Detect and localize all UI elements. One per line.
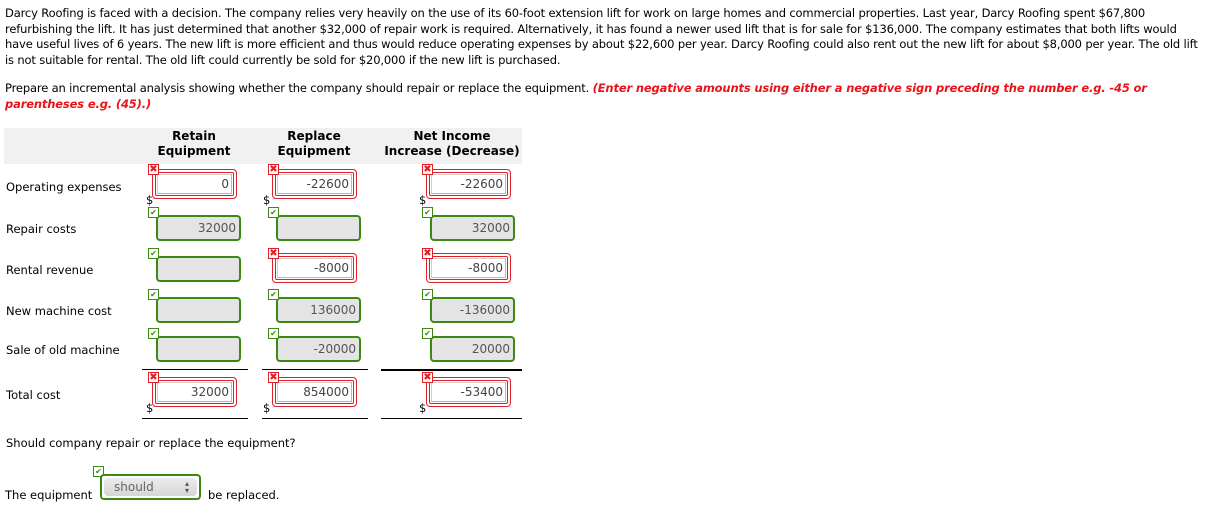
correct-check-icon: ✔ xyxy=(268,328,279,339)
currency-symbol: $ xyxy=(263,193,271,207)
problem-statement: Darcy Roofing is faced with a decision. … xyxy=(5,6,1198,67)
correct-check-icon: ✔ xyxy=(148,328,159,339)
input-value[interactable]: -20000 xyxy=(278,338,359,360)
currency-symbol: $ xyxy=(419,193,427,207)
answer-suffix: be replaced. xyxy=(208,488,280,502)
amount-input[interactable]: 20000 xyxy=(430,336,515,362)
currency-symbol: $ xyxy=(146,193,154,207)
input-value[interactable]: -8000 xyxy=(277,258,352,278)
currency-symbol: $ xyxy=(419,401,427,415)
incorrect-x-icon: ✖ xyxy=(148,164,159,175)
question-text: Should company repair or replace the equ… xyxy=(6,436,296,450)
repair-replace-select[interactable]: should ▴ ▾ xyxy=(100,474,201,500)
amount-input[interactable]: 854000 xyxy=(272,377,357,407)
incorrect-x-icon: ✖ xyxy=(268,248,279,259)
instruction-text: Prepare an incremental analysis showing … xyxy=(5,81,593,95)
col-header-retain: Retain Equipment xyxy=(140,129,248,159)
row-label: Rental revenue xyxy=(6,263,94,277)
incorrect-x-icon: ✖ xyxy=(422,248,433,259)
input-value[interactable]: 854000 xyxy=(277,382,352,402)
col-header-replace: Replace Equipment xyxy=(260,129,368,159)
incorrect-x-icon: ✖ xyxy=(422,164,433,175)
correct-check-icon: ✔ xyxy=(148,207,159,218)
input-value[interactable]: -53400 xyxy=(431,382,506,402)
input-value[interactable]: 32000 xyxy=(432,217,513,239)
amount-input[interactable]: -22600 xyxy=(426,169,511,199)
col-header-net-income: Net Income Increase (Decrease) xyxy=(378,129,526,159)
answer-prefix: The equipment xyxy=(5,488,93,502)
input-value[interactable]: -136000 xyxy=(432,299,513,321)
amount-input[interactable]: -53400 xyxy=(426,377,511,407)
incorrect-x-icon: ✖ xyxy=(268,372,279,383)
input-value[interactable]: 32000 xyxy=(158,217,239,239)
total-rule xyxy=(381,418,522,419)
incorrect-x-icon: ✖ xyxy=(268,164,279,175)
incorrect-x-icon: ✖ xyxy=(148,372,159,383)
amount-input[interactable]: 32000 xyxy=(152,377,237,407)
correct-check-icon: ✔ xyxy=(148,289,159,300)
incorrect-x-icon: ✖ xyxy=(422,372,433,383)
row-label: New machine cost xyxy=(6,304,112,318)
col-header-line2: Increase (Decrease) xyxy=(384,144,520,158)
amount-input[interactable]: -8000 xyxy=(426,253,511,283)
select-value: should xyxy=(114,480,154,494)
amount-input[interactable] xyxy=(156,256,241,282)
total-rule xyxy=(262,369,368,370)
input-value[interactable]: -22600 xyxy=(431,174,506,194)
amount-input[interactable]: 136000 xyxy=(276,297,361,323)
amount-input[interactable]: -8000 xyxy=(272,253,357,283)
correct-check-icon: ✔ xyxy=(422,328,433,339)
currency-symbol: $ xyxy=(263,401,271,415)
input-value[interactable]: 32000 xyxy=(157,382,232,402)
amount-input[interactable]: -136000 xyxy=(430,297,515,323)
row-label: Repair costs xyxy=(6,222,77,236)
amount-input[interactable]: -22600 xyxy=(272,169,357,199)
correct-check-icon: ✔ xyxy=(422,207,433,218)
amount-input[interactable] xyxy=(156,297,241,323)
row-label: Operating expenses xyxy=(6,180,122,194)
select-arrows-icon: ▴ ▾ xyxy=(184,479,189,495)
instructions: Prepare an incremental analysis showing … xyxy=(5,81,1205,112)
total-rule xyxy=(262,418,368,419)
row-label: Total cost xyxy=(6,388,61,402)
input-value[interactable]: 136000 xyxy=(278,299,359,321)
total-rule xyxy=(142,369,248,370)
input-value[interactable]: 20000 xyxy=(432,338,513,360)
amount-input[interactable]: 32000 xyxy=(156,215,241,241)
amount-input[interactable] xyxy=(276,215,361,241)
col-header-line2: Equipment xyxy=(157,144,231,158)
amount-input[interactable] xyxy=(156,336,241,362)
amount-input[interactable]: 0 xyxy=(152,169,237,199)
correct-check-icon: ✔ xyxy=(268,289,279,300)
col-header-line2: Equipment xyxy=(277,144,351,158)
amount-input[interactable]: 32000 xyxy=(430,215,515,241)
correct-check-icon: ✔ xyxy=(422,289,433,300)
input-value[interactable]: -8000 xyxy=(431,258,506,278)
input-value[interactable]: -22600 xyxy=(277,174,352,194)
total-rule xyxy=(381,369,522,371)
currency-symbol: $ xyxy=(146,401,154,415)
total-rule xyxy=(142,418,248,419)
input-value[interactable]: 0 xyxy=(157,174,232,194)
col-header-line1: Replace xyxy=(287,129,341,143)
amount-input[interactable]: -20000 xyxy=(276,336,361,362)
col-header-line1: Retain xyxy=(172,129,216,143)
col-header-line1: Net Income xyxy=(413,129,491,143)
row-label: Sale of old machine xyxy=(6,343,120,357)
correct-check-icon: ✔ xyxy=(148,248,159,259)
correct-check-icon: ✔ xyxy=(268,207,279,218)
